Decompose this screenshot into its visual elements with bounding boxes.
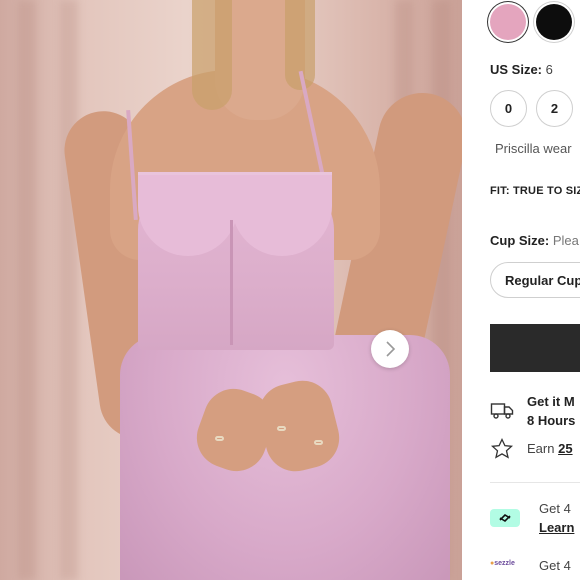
size-option-2[interactable]: 2 xyxy=(536,90,573,127)
size-value: 6 xyxy=(545,62,553,77)
size-option-0[interactable]: 0 xyxy=(490,90,527,127)
ring xyxy=(215,436,224,441)
cup-size-hint: Plea xyxy=(552,233,579,248)
sezzle-text: Get 4 xyxy=(539,558,571,573)
next-image-button[interactable] xyxy=(371,330,409,368)
size-heading: US Size: 6 xyxy=(490,62,553,77)
delivery-info: Get it M 8 Hours xyxy=(527,392,575,430)
product-image[interactable] xyxy=(0,0,462,580)
backdrop-fold xyxy=(60,0,78,580)
sezzle-logo: ●sezzle xyxy=(490,560,515,567)
truck-icon xyxy=(490,403,514,419)
add-to-bag-button[interactable] xyxy=(490,324,580,372)
size-label: US Size: xyxy=(490,62,543,77)
delivery-line-1: Get it M xyxy=(527,394,575,409)
afterpay-logo xyxy=(490,509,520,527)
product-options-panel: US Size: 6 0 2 Priscilla wear FIT: TRUE … xyxy=(462,0,580,580)
star-icon xyxy=(490,437,514,459)
ring xyxy=(314,440,323,445)
cup-size-select[interactable]: Regular Cup xyxy=(490,262,580,298)
dress-hook-seam xyxy=(230,220,233,345)
rewards-points-link[interactable]: 25 xyxy=(558,441,572,456)
divider xyxy=(490,482,580,483)
afterpay-learn-link[interactable]: Learn xyxy=(539,518,574,537)
delivery-line-2: 8 Hours xyxy=(527,413,576,428)
sezzle-logo-text: sezzle xyxy=(494,560,515,567)
cup-size-label: Cup Size: xyxy=(490,233,550,248)
model-hair xyxy=(192,0,232,110)
cup-size-heading: Cup Size: Plea xyxy=(490,233,579,248)
afterpay-arrows-icon xyxy=(499,513,511,523)
afterpay-text: Get 4 xyxy=(539,501,571,516)
model-size-note: Priscilla wear xyxy=(495,141,572,156)
color-swatch-black[interactable] xyxy=(536,4,572,40)
chevron-right-icon xyxy=(386,341,396,357)
fit-note: FIT: TRUE TO SIZ xyxy=(490,185,580,197)
backdrop-fold xyxy=(18,0,36,580)
afterpay-info: Get 4 Learn xyxy=(539,499,574,537)
rewards-prefix: Earn xyxy=(527,441,555,456)
ring xyxy=(277,426,286,431)
rewards-info: Earn 25 xyxy=(527,441,573,456)
color-swatch-pink[interactable] xyxy=(490,4,526,40)
